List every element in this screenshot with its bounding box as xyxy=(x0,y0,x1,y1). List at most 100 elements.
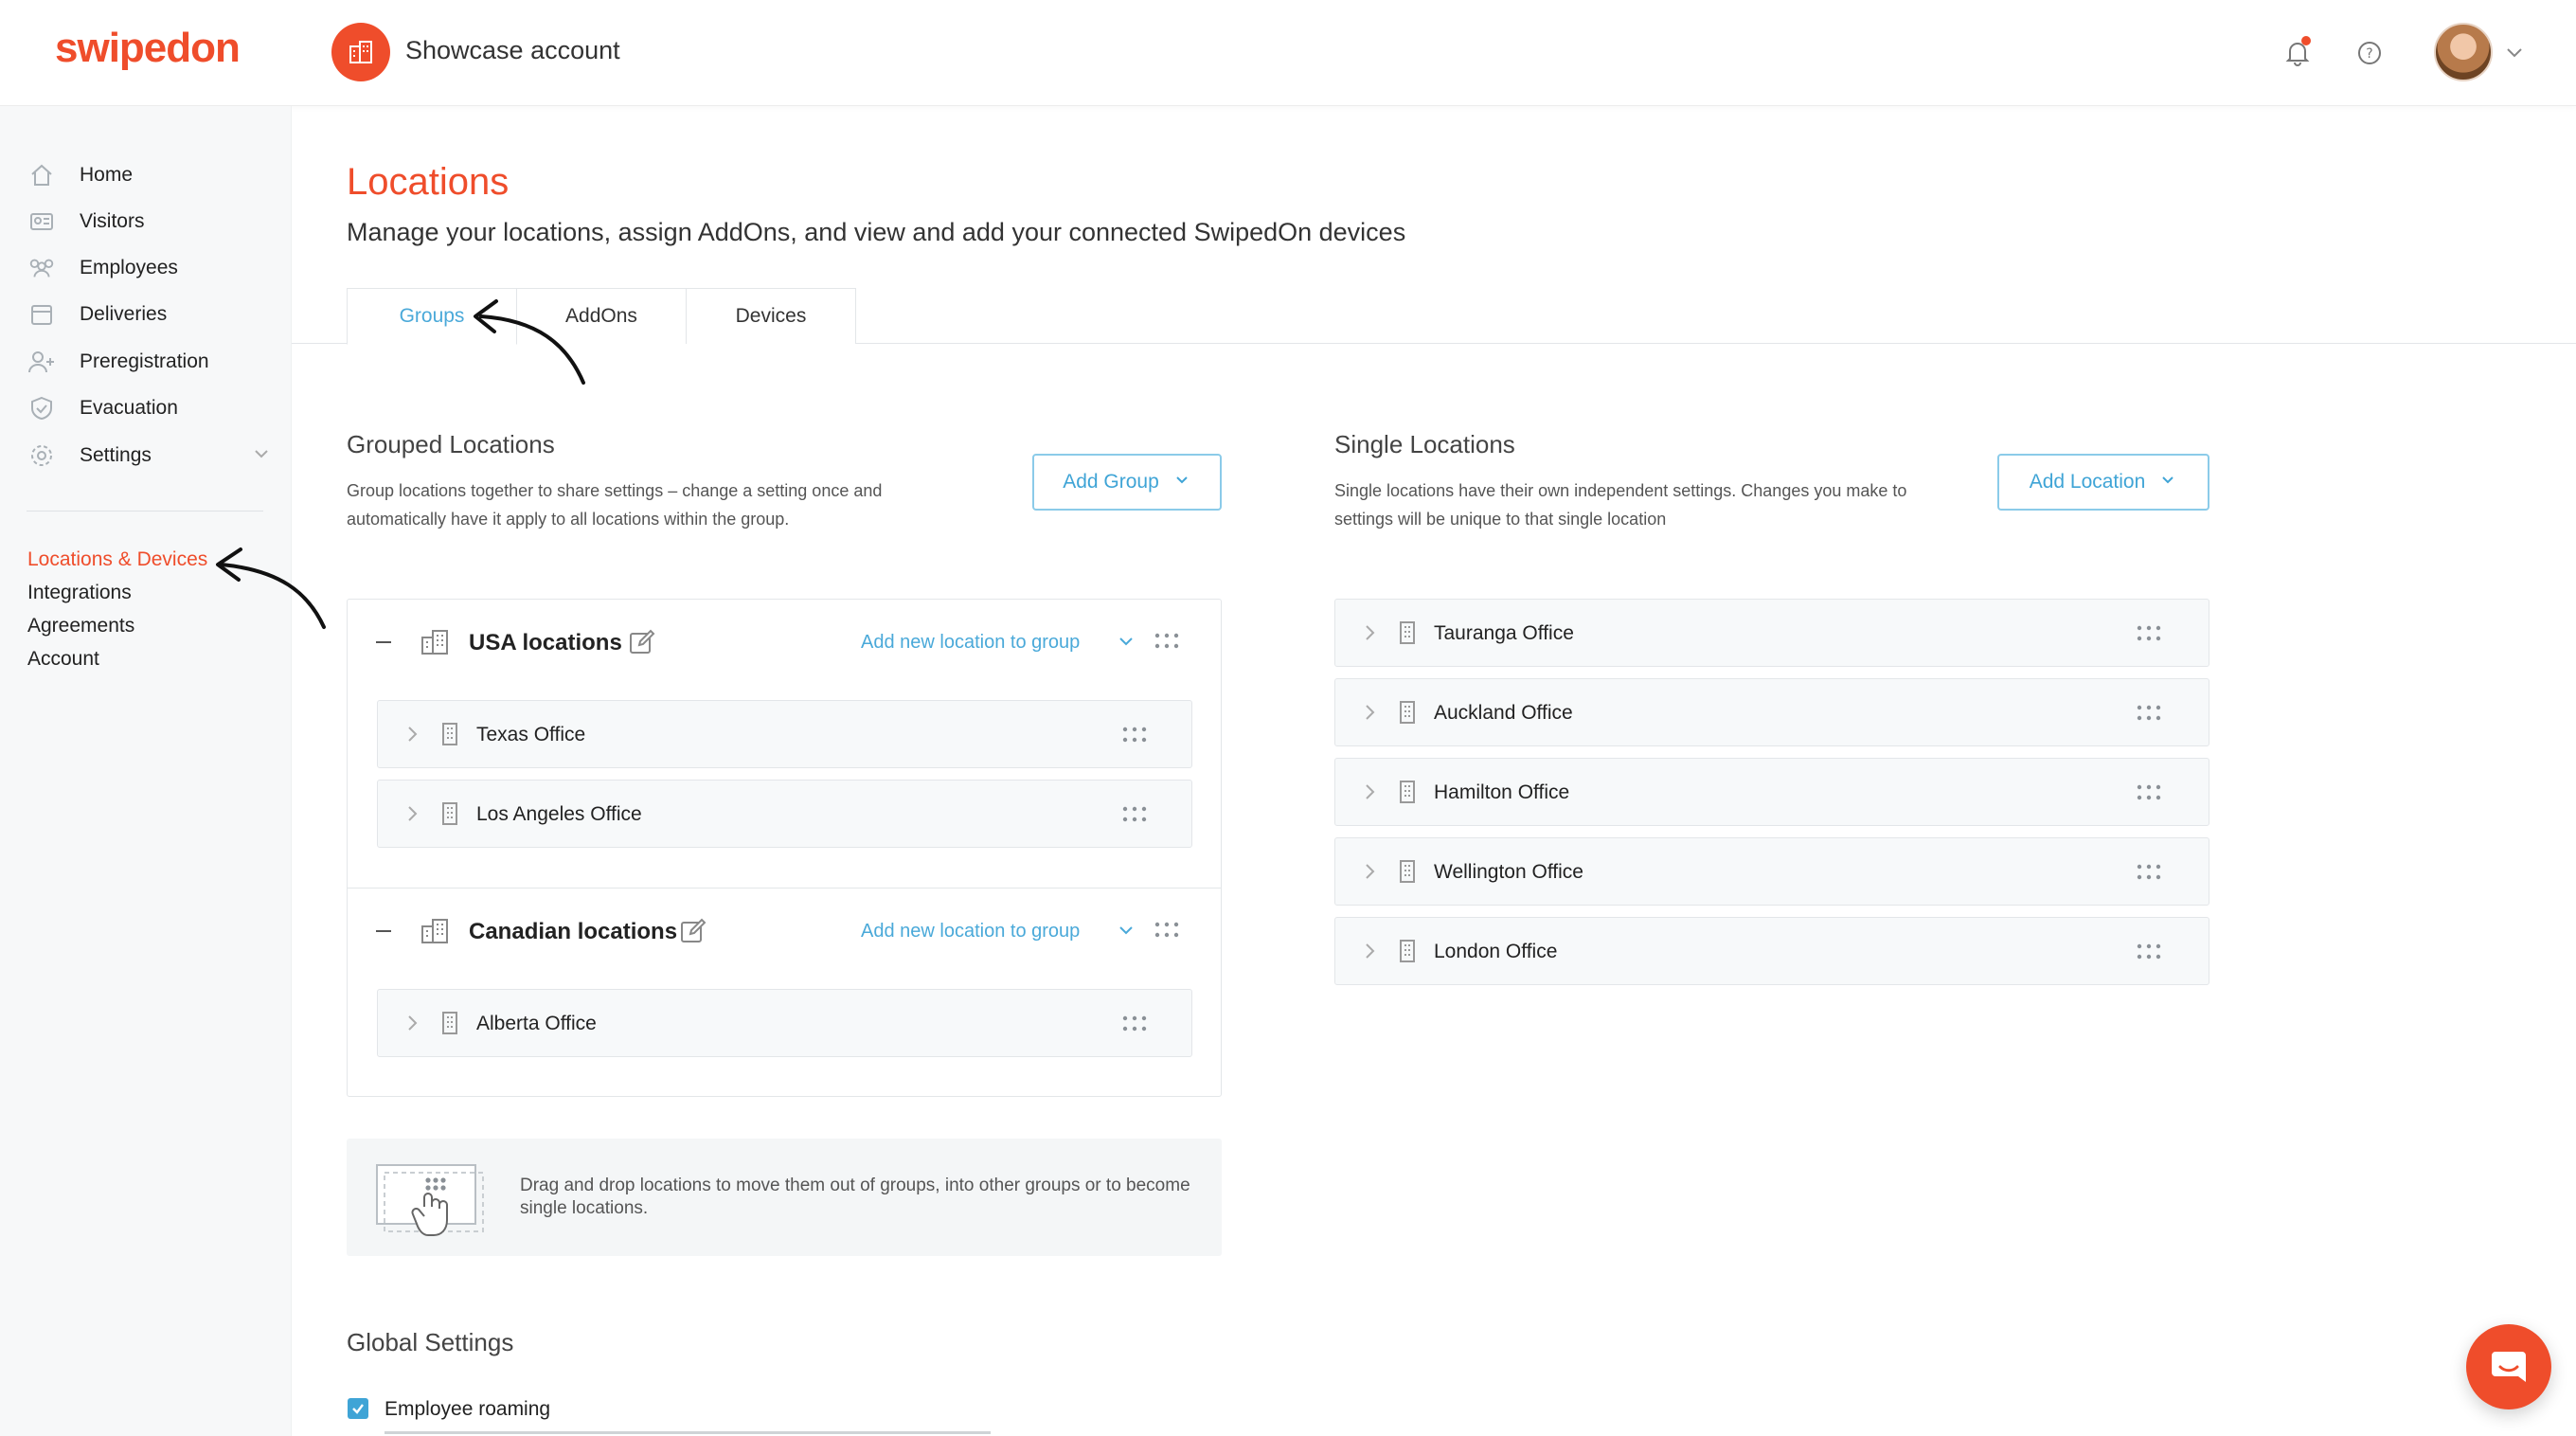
account-name[interactable]: Showcase account xyxy=(405,36,620,65)
chevron-right-icon[interactable] xyxy=(1360,702,1379,727)
building-icon xyxy=(1398,700,1417,729)
avatar[interactable] xyxy=(2434,23,2493,81)
drag-handle-icon[interactable] xyxy=(2137,942,2161,966)
sidebar-item-visitors[interactable]: Visitors xyxy=(27,203,273,241)
chevron-down-icon xyxy=(2158,470,2177,494)
location-name: Tauranga Office xyxy=(1434,622,1574,644)
location-name: Auckland Office xyxy=(1434,702,1573,724)
bell-icon[interactable] xyxy=(2279,34,2317,72)
group-header-usa: USA locations Add new location to group xyxy=(348,615,1221,672)
home-icon xyxy=(27,160,57,190)
drag-handle-icon[interactable] xyxy=(1122,1014,1147,1038)
chevron-right-icon[interactable] xyxy=(1360,861,1379,887)
chat-icon xyxy=(2492,1352,2526,1382)
chevron-right-icon[interactable] xyxy=(1360,781,1379,807)
add-group-button[interactable]: Add Group xyxy=(1032,454,1222,511)
building-icon xyxy=(440,801,459,831)
edit-icon[interactable] xyxy=(679,917,707,950)
drag-handle-icon[interactable] xyxy=(1122,726,1147,749)
location-row-london[interactable]: London Office xyxy=(1334,917,2209,985)
building-icon xyxy=(1398,620,1417,650)
location-row-los-angeles[interactable]: Los Angeles Office xyxy=(377,780,1192,848)
sidebar-link-agreements[interactable]: Agreements xyxy=(27,615,134,637)
box-icon xyxy=(27,299,57,330)
location-row-wellington[interactable]: Wellington Office xyxy=(1334,837,2209,906)
annotation-arrow xyxy=(216,547,326,629)
employee-roaming-label[interactable]: Employee roaming xyxy=(385,1398,550,1421)
location-row-hamilton[interactable]: Hamilton Office xyxy=(1334,758,2209,826)
sidebar-item-employees[interactable]: Employees xyxy=(27,249,273,287)
description-line: automatically have it apply to all locat… xyxy=(347,510,790,529)
chevron-down-icon[interactable] xyxy=(250,442,273,470)
location-row-tauranga[interactable]: Tauranga Office xyxy=(1334,599,2209,667)
building-icon xyxy=(1398,859,1417,889)
location-row-auckland[interactable]: Auckland Office xyxy=(1334,678,2209,746)
drag-drop-illustration-icon xyxy=(375,1158,489,1242)
top-bar: swipedon Showcase account ? xyxy=(0,0,2576,106)
tab-devices[interactable]: Devices xyxy=(686,288,856,344)
sidebar-item-label: Employees xyxy=(80,257,178,278)
swipedon-logo[interactable]: swipedon xyxy=(55,25,241,72)
chat-launcher-button[interactable] xyxy=(2466,1324,2551,1409)
user-plus-icon xyxy=(27,347,57,377)
chevron-right-icon[interactable] xyxy=(1360,622,1379,648)
check-icon xyxy=(352,1404,364,1414)
grouped-locations-title: Grouped Locations xyxy=(347,430,555,458)
collapse-icon[interactable] xyxy=(376,641,391,643)
drag-handle-icon[interactable] xyxy=(1154,632,1179,655)
sidebar-item-deliveries[interactable]: Deliveries xyxy=(27,296,273,333)
chevron-right-icon[interactable] xyxy=(1360,941,1379,966)
chevron-right-icon[interactable] xyxy=(402,803,421,829)
grouped-locations-description: Group locations together to share settin… xyxy=(347,476,882,533)
chevron-down-icon[interactable] xyxy=(1115,919,1137,946)
group-name: Canadian locations xyxy=(469,919,678,944)
location-name: Alberta Office xyxy=(476,1013,597,1034)
drag-handle-icon[interactable] xyxy=(2137,704,2161,727)
edit-icon[interactable] xyxy=(628,628,656,661)
sidebar-link-integrations[interactable]: Integrations xyxy=(27,582,132,604)
sidebar-item-label: Settings xyxy=(80,444,152,466)
chevron-down-icon[interactable] xyxy=(1115,630,1137,657)
single-locations-description: Single locations have their own independ… xyxy=(1334,476,1906,533)
building-icon xyxy=(440,722,459,751)
sidebar-item-home[interactable]: Home xyxy=(27,156,273,194)
location-name: Los Angeles Office xyxy=(476,803,642,825)
employee-roaming-checkbox[interactable] xyxy=(348,1398,368,1419)
add-new-location-to-group-link[interactable]: Add new location to group xyxy=(861,921,1080,942)
location-row-texas[interactable]: Texas Office xyxy=(377,700,1192,768)
chevron-right-icon[interactable] xyxy=(402,1013,421,1038)
annotation-arrow xyxy=(474,299,585,385)
building-icon[interactable] xyxy=(331,23,390,81)
id-card-icon xyxy=(27,206,57,237)
sidebar: Home Visitors Employees Deliveries Prere… xyxy=(0,106,292,1436)
drag-drop-hint-text: Drag and drop locations to move them out… xyxy=(520,1176,1190,1218)
sidebar-item-preregistration[interactable]: Preregistration xyxy=(27,343,273,381)
add-location-button[interactable]: Add Location xyxy=(1997,454,2209,511)
drag-handle-icon[interactable] xyxy=(1122,805,1147,829)
location-name: Wellington Office xyxy=(1434,861,1583,883)
help-icon[interactable]: ? xyxy=(2351,34,2388,72)
building-icon xyxy=(1398,939,1417,968)
location-name: London Office xyxy=(1434,941,1558,962)
sidebar-item-label: Home xyxy=(80,164,134,186)
location-row-alberta[interactable]: Alberta Office xyxy=(377,989,1192,1057)
sidebar-item-evacuation[interactable]: Evacuation xyxy=(27,389,273,427)
description-line: settings will be unique to that single l… xyxy=(1334,510,1667,529)
sidebar-item-settings[interactable]: Settings xyxy=(27,437,273,475)
group-header-canadian: Canadian locations Add new location to g… xyxy=(348,904,1221,960)
chevron-down-icon[interactable] xyxy=(2500,38,2529,66)
drag-handle-icon[interactable] xyxy=(2137,863,2161,887)
sidebar-link-locations-devices[interactable]: Locations & Devices xyxy=(27,548,207,571)
sidebar-item-label: Visitors xyxy=(80,210,145,232)
drag-handle-icon[interactable] xyxy=(2137,783,2161,807)
sidebar-link-account[interactable]: Account xyxy=(27,648,99,671)
drag-handle-icon[interactable] xyxy=(1154,921,1179,944)
chevron-down-icon xyxy=(1172,470,1191,494)
collapse-icon[interactable] xyxy=(376,930,391,932)
drag-handle-icon[interactable] xyxy=(2137,624,2161,648)
chevron-right-icon[interactable] xyxy=(402,724,421,749)
svg-text:?: ? xyxy=(2366,46,2372,62)
grouped-locations-panel: USA locations Add new location to group … xyxy=(347,599,1222,1097)
add-new-location-to-group-link[interactable]: Add new location to group xyxy=(861,632,1080,654)
employee-roaming-description xyxy=(385,1428,1047,1436)
